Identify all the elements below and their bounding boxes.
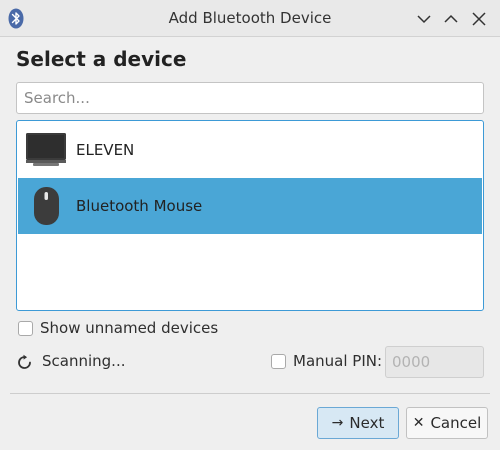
minimize-button[interactable] (415, 10, 433, 28)
monitor-icon (25, 130, 67, 170)
device-label: Bluetooth Mouse (76, 197, 203, 215)
close-icon: ✕ (412, 415, 425, 431)
refresh-icon (16, 354, 33, 371)
manual-pin-input[interactable] (385, 346, 484, 378)
device-label: ELEVEN (76, 141, 135, 159)
arrow-right-icon: → (331, 415, 344, 431)
divider (10, 393, 490, 394)
device-row-bluetooth-mouse[interactable]: Bluetooth Mouse (18, 178, 482, 234)
title-bar: Add Bluetooth Device (0, 0, 500, 37)
next-button[interactable]: → Next (317, 407, 399, 439)
close-button[interactable] (470, 10, 488, 28)
status-text: Scanning... (42, 352, 126, 370)
page-title: Select a device (16, 47, 187, 71)
search-input[interactable] (16, 82, 484, 114)
next-button-label: Next (349, 414, 385, 432)
maximize-button[interactable] (442, 10, 460, 28)
show-unnamed-checkbox[interactable] (18, 321, 33, 336)
cancel-button[interactable]: ✕ Cancel (406, 407, 488, 439)
manual-pin-checkbox[interactable] (271, 354, 286, 369)
cancel-button-label: Cancel (430, 414, 482, 432)
device-row-eleven[interactable]: ELEVEN (18, 122, 482, 178)
device-list[interactable]: ELEVEN Bluetooth Mouse (16, 120, 484, 311)
manual-pin-label: Manual PIN: (293, 352, 383, 370)
mouse-icon (25, 186, 67, 226)
show-unnamed-label: Show unnamed devices (40, 319, 219, 337)
